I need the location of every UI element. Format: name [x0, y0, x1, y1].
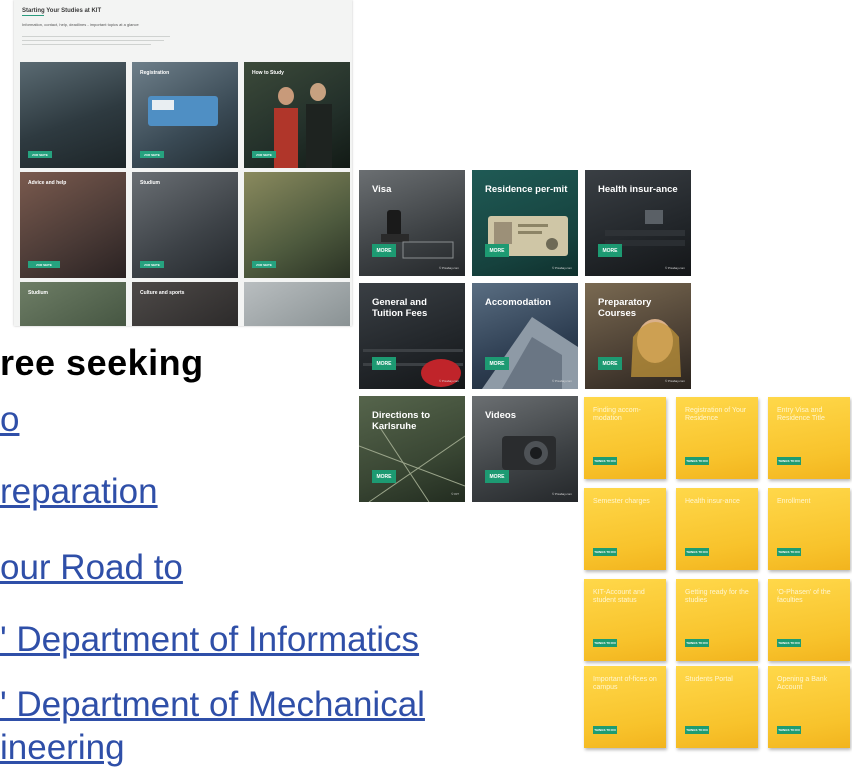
tile-preparatory-courses[interactable]: Preparatory Courses MORE © Pixabay.com — [585, 283, 691, 389]
more-button[interactable]: MORE — [485, 357, 509, 370]
note-important-offices[interactable]: Important of-fices on campus THINGS TO D… — [584, 666, 666, 748]
kit-page-subtitle: Information, contact, help, deadlines - … — [22, 22, 139, 27]
tile-title: Residence per-mit — [485, 184, 568, 195]
kit-card[interactable]: Culture and sports — [132, 282, 238, 326]
note-getting-ready[interactable]: Getting ready for the studies THINGS TO … — [676, 579, 758, 661]
kit-card[interactable] — [244, 282, 350, 326]
tile-title: Accomodation — [485, 297, 551, 308]
things-to-do-button[interactable]: THINGS TO DO — [685, 726, 709, 734]
more-button[interactable]: MORE — [598, 357, 622, 370]
tile-visa[interactable]: Visa MORE © Pixabay.com — [359, 170, 465, 276]
student-photo — [631, 319, 681, 377]
tile-health-insurance[interactable]: Health insur-ance MORE © Pixabay.com — [585, 170, 691, 276]
things-to-do-button[interactable]: THINGS TO DO — [777, 726, 801, 734]
things-to-do-button[interactable]: THINGS TO DO — [593, 726, 617, 734]
things-to-do-button[interactable]: THINGS TO DO — [593, 457, 617, 465]
kit-card[interactable]: Advice and help ZUR SEITE — [20, 172, 126, 278]
tile-directions-karlsruhe[interactable]: Directions to Karlsruhe MORE © KIT — [359, 396, 465, 502]
slide-link-preparation[interactable]: reparation — [0, 472, 158, 512]
things-to-do-button[interactable]: THINGS TO DO — [593, 548, 617, 556]
kit-card-button[interactable]: ZUR SEITE — [252, 151, 276, 158]
kit-card[interactable]: Registration ZUR SEITE — [132, 62, 238, 168]
slide-heading: ree seeking — [0, 342, 204, 383]
note-registration-residence[interactable]: Registration of Your Residence THINGS TO… — [676, 397, 758, 479]
tile-title: Directions to Karlsruhe — [372, 410, 431, 432]
more-button[interactable]: MORE — [598, 244, 622, 257]
things-to-do-button[interactable]: THINGS TO DO — [685, 457, 709, 465]
id-card-icon — [148, 96, 218, 126]
things-to-do-button[interactable]: THINGS TO DO — [685, 548, 709, 556]
note-health-insurance[interactable]: Health insur-ance THINGS TO DO — [676, 488, 758, 570]
title-underline — [22, 15, 44, 16]
tile-accomodation[interactable]: Accomodation MORE © Pixabay.com — [472, 283, 578, 389]
slide-link-mechanical[interactable]: ' Department of Mechanical — [0, 685, 425, 725]
kit-card[interactable]: ZUR SEITE — [20, 62, 126, 168]
things-to-do-button[interactable]: THINGS TO DO — [593, 639, 617, 647]
more-button[interactable]: MORE — [372, 470, 396, 483]
note-kit-account[interactable]: KIT-Account and student status THINGS TO… — [584, 579, 666, 661]
kit-card[interactable]: ZUR SEITE — [244, 172, 350, 278]
more-button[interactable]: MORE — [372, 357, 396, 370]
tile-title: Videos — [485, 410, 516, 421]
kit-card-button[interactable]: ZUR SEITE — [140, 151, 164, 158]
slide-link-engineering[interactable]: ineering — [0, 728, 125, 768]
things-to-do-button[interactable]: THINGS TO DO — [777, 548, 801, 556]
note-enrollment[interactable]: Enrollment THINGS TO DO — [768, 488, 850, 570]
building-icon — [482, 317, 578, 389]
note-entry-visa[interactable]: Entry Visa and Residence Title THINGS TO… — [768, 397, 850, 479]
kit-card[interactable]: How to Study ZUR SEITE — [244, 62, 350, 168]
kit-page-title: Starting Your Studies at KIT — [22, 8, 102, 14]
things-to-do-button[interactable]: THINGS TO DO — [685, 639, 709, 647]
things-to-do-button[interactable]: THINGS TO DO — [777, 457, 801, 465]
slide-link-1[interactable]: o — [0, 400, 19, 440]
kit-card[interactable]: Studium ZUR SEITE — [132, 172, 238, 278]
aerial-map-photo — [359, 426, 465, 502]
things-to-do-button[interactable]: THINGS TO DO — [777, 639, 801, 647]
kit-page-screenshot: Starting Your Studies at KIT Information… — [14, 0, 352, 326]
kit-card-button[interactable]: ZUR SEITE — [252, 261, 276, 268]
kit-card[interactable]: Studium — [20, 282, 126, 326]
tile-residence-permit[interactable]: Residence per-mit MORE © Pixabay.com — [472, 170, 578, 276]
slide-link-road-to[interactable]: our Road to — [0, 548, 183, 588]
tile-videos[interactable]: Videos MORE © Pixabay.com — [472, 396, 578, 502]
tile-general-tuition-fees[interactable]: General and Tuition Fees MORE © Pixabay.… — [359, 283, 465, 389]
tile-title: General and Tuition Fees — [372, 297, 428, 319]
note-semester-charges[interactable]: Semester charges THINGS TO DO — [584, 488, 666, 570]
note-finding-accommodation[interactable]: Finding accom-modation THINGS TO DO — [584, 397, 666, 479]
slide-link-informatics[interactable]: ' Department of Informatics — [0, 620, 419, 660]
note-bank-account[interactable]: Opening a Bank Account THINGS TO DO — [768, 666, 850, 748]
more-button[interactable]: MORE — [485, 470, 509, 483]
note-o-phasen[interactable]: 'O-Phasen' of the faculties THINGS TO DO — [768, 579, 850, 661]
more-button[interactable]: MORE — [372, 244, 396, 257]
tile-title: Health insur-ance — [598, 184, 678, 195]
note-students-portal[interactable]: Students Portal THINGS TO DO — [676, 666, 758, 748]
kit-card-button[interactable]: ZUR SEITE — [28, 151, 52, 158]
kit-card-button[interactable]: ZUR SEITE — [140, 261, 164, 268]
more-button[interactable]: MORE — [485, 244, 509, 257]
students-photo — [274, 83, 332, 168]
tile-title: Preparatory Courses — [598, 297, 652, 319]
intro-text-lines — [22, 36, 344, 50]
tile-title: Visa — [372, 184, 392, 195]
kit-card-button[interactable]: ZUR SEITE — [28, 261, 60, 268]
stamp-icon — [381, 210, 454, 259]
